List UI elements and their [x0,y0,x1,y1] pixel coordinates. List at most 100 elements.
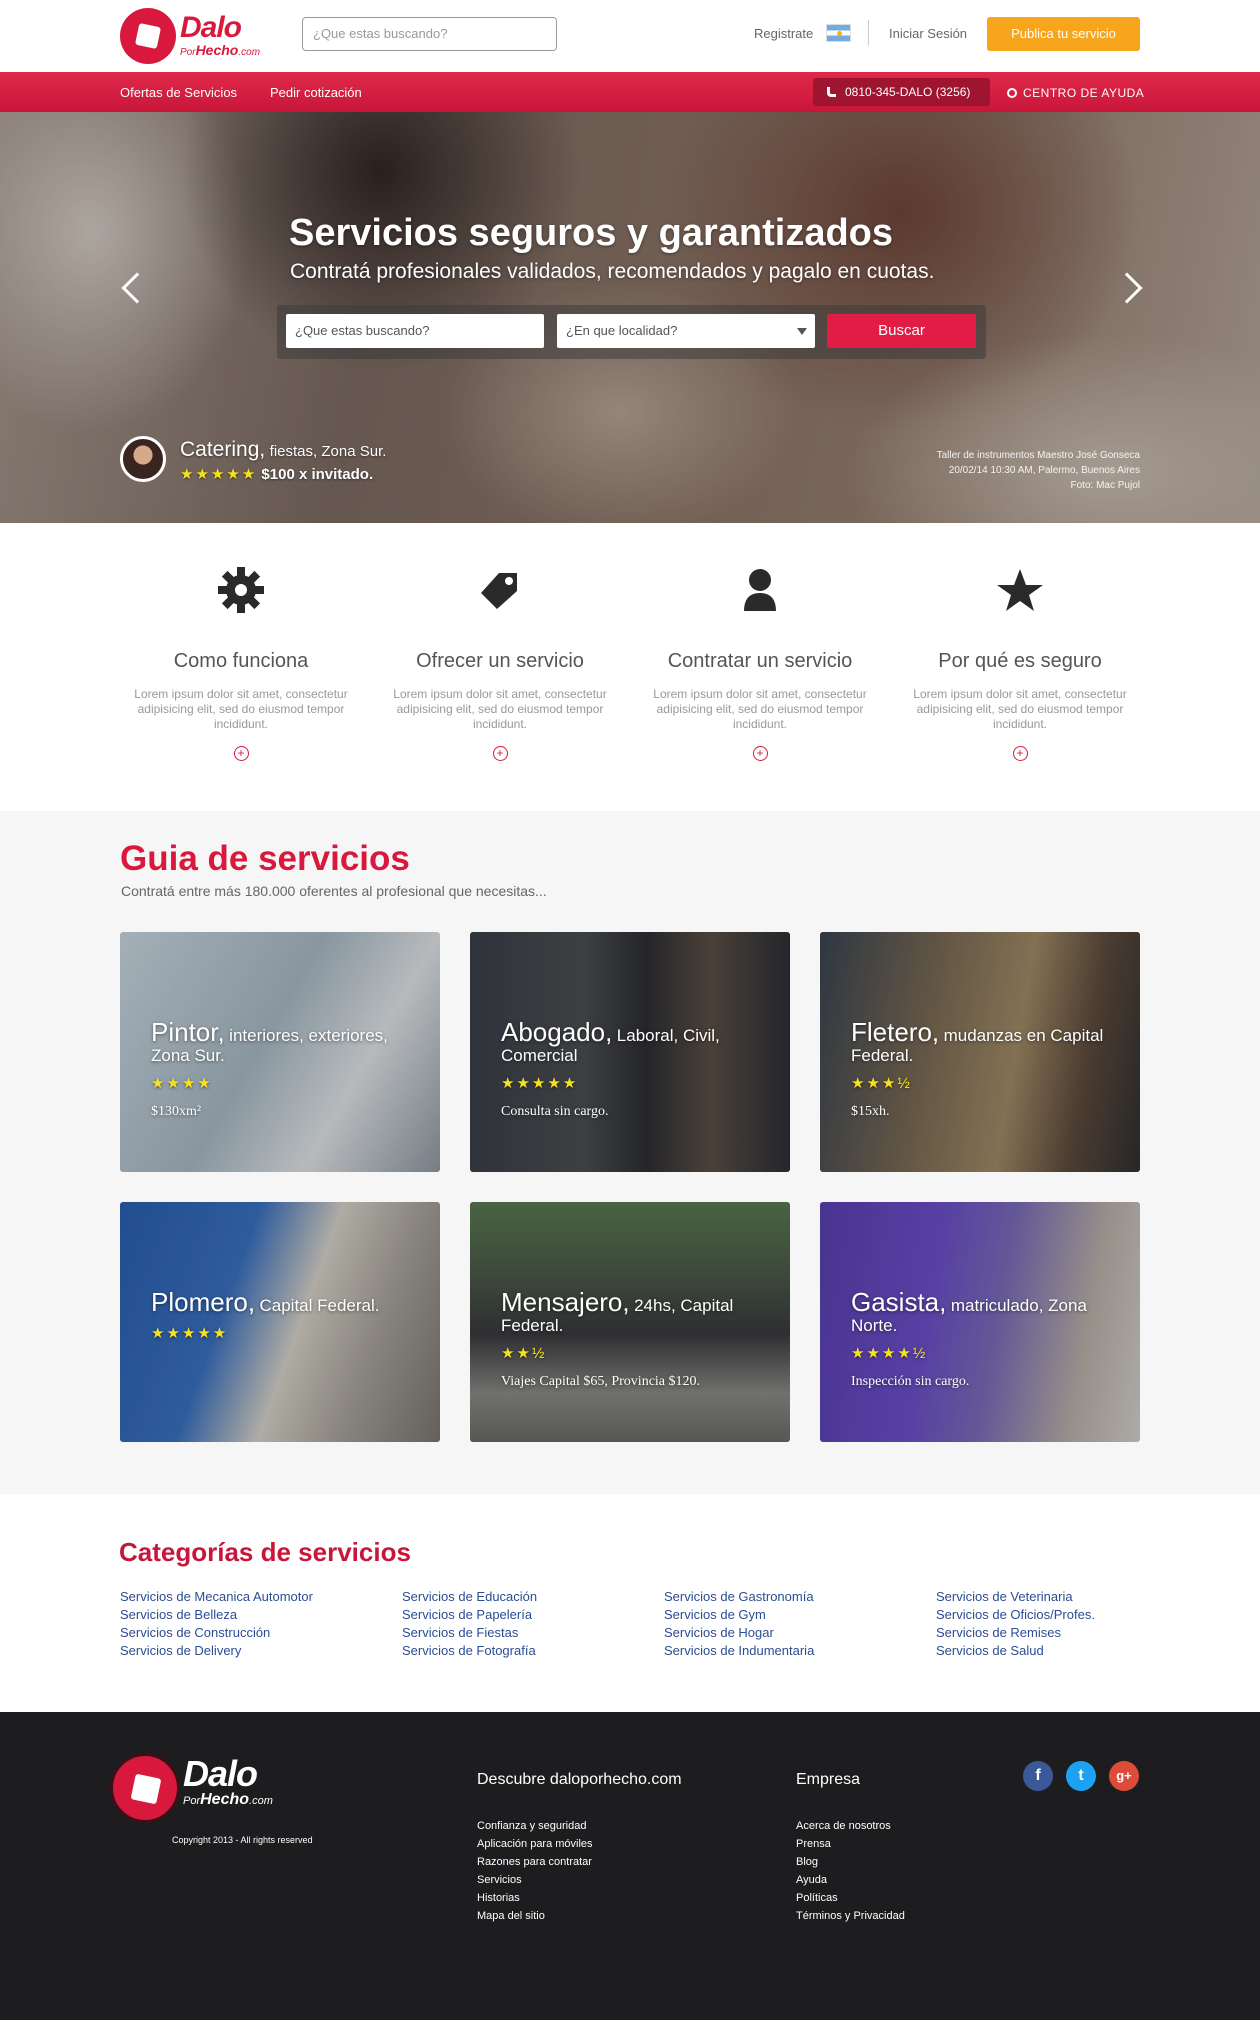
nav-ofertas-link[interactable]: Ofertas de Servicios [120,85,237,100]
card-price: Consulta sin cargo. [501,1104,609,1119]
hero-banner: Servicios seguros y garantizados Contrat… [0,112,1260,523]
publish-service-button[interactable]: Publica tu servicio [987,17,1140,51]
logo-text-por: Por [180,47,196,58]
categories-column: Servicios de Gastronomía Servicios de Gy… [664,1588,814,1660]
category-link[interactable]: Servicios de Educación [402,1588,537,1606]
category-link[interactable]: Servicios de Belleza [120,1606,313,1624]
card-price: $130xm² [151,1104,202,1119]
card-price: Viajes Capital $65, Provincia $120. [501,1374,701,1389]
hero-title: Servicios seguros y garantizados [289,212,894,254]
footer-link[interactable]: Prensa [796,1835,905,1853]
service-card-pintor[interactable]: Pintor, interiores, exteriores, Zona Sur… [120,932,440,1172]
logo-text-com: .com [238,47,261,58]
plus-circle-icon[interactable]: + [233,746,249,761]
tag-icon [390,560,610,620]
photo-credit-line: Taller de instrumentos Maestro José Gons… [936,450,1140,461]
logo-text-hecho: Hecho [195,42,239,58]
category-link[interactable]: Servicios de Construcción [120,1624,313,1642]
category-link[interactable]: Servicios de Indumentaria [664,1642,814,1660]
card-title: Mensajero, [501,1287,630,1317]
feature-como-funciona: Como funciona Lorem ipsum dolor sit amet… [131,560,351,761]
footer-link[interactable]: Políticas [796,1889,905,1907]
card-text: Pintor, interiores, exteriores, Zona Sur… [151,1017,421,1120]
nav-cotizacion-link[interactable]: Pedir cotización [270,85,362,100]
hero-caption-category: Catering, [180,438,266,461]
footer-link[interactable]: Historias [477,1889,593,1907]
person-icon [650,560,870,620]
footer-logo-wordmark[interactable]: Dalo PorHecho.com [183,1756,273,1808]
hero-caption-price: $100 x invitado. [261,466,374,483]
footer-links: Confianza y seguridad Aplicación para mó… [477,1817,593,1925]
category-link[interactable]: Servicios de Remises [936,1624,1095,1642]
card-text: Mensajero, 24hs, Capital Federal. ★★½ Vi… [501,1287,771,1390]
plus-circle-icon[interactable]: + [1012,746,1028,761]
help-center-link[interactable]: CENTRO DE AYUDA [1007,86,1144,100]
service-card-fletero[interactable]: Fletero, mudanzas en Capital Federal. ★★… [820,932,1140,1172]
card-title: Gasista, [851,1287,947,1317]
rating-stars-icon: ★★★★½ [851,1345,928,1362]
footer-logo-mark-icon[interactable] [110,1753,180,1823]
location-select[interactable]: ¿En que localidad? [557,314,815,348]
category-link[interactable]: Servicios de Papelería [402,1606,537,1624]
category-link[interactable]: Servicios de Hogar [664,1624,814,1642]
card-title: Abogado, [501,1017,613,1047]
plus-circle-icon[interactable]: + [492,746,508,761]
category-link[interactable]: Servicios de Veterinaria [936,1588,1095,1606]
service-card-abogado[interactable]: Abogado, Laboral, Civil, Comercial ★★★★★… [470,932,790,1172]
category-link[interactable]: Servicios de Delivery [120,1642,313,1660]
footer-link[interactable]: Confianza y seguridad [477,1817,593,1835]
footer-col-title: Empresa [796,1771,861,1788]
categories-column: Servicios de Veterinaria Servicios de Of… [936,1588,1095,1660]
footer-link[interactable]: Mapa del sitio [477,1907,593,1925]
footer-link[interactable]: Razones para contratar [477,1853,593,1871]
service-card-mensajero[interactable]: Mensajero, 24hs, Capital Federal. ★★½ Vi… [470,1202,790,1442]
photo-credit: Taller de instrumentos Maestro José Gons… [937,448,1140,493]
hero-search-input[interactable]: ¿Que estas buscando? [286,314,544,348]
plus-circle-icon[interactable]: + [752,746,768,761]
login-link[interactable]: Iniciar Sesión [889,26,967,41]
register-link[interactable]: Registrate [754,26,813,41]
category-link[interactable]: Servicios de Gym [664,1606,814,1624]
logo-wordmark: Dalo PorHecho.com [180,13,260,59]
provider-avatar[interactable] [120,436,166,482]
twitter-icon[interactable]: t [1066,1761,1096,1791]
card-text: Fletero, mudanzas en Capital Federal. ★★… [851,1017,1121,1120]
categories-column: Servicios de Educación Servicios de Pape… [402,1588,537,1660]
hero-caption[interactable]: Catering, fiestas, Zona Sur. ★★★★★ $100 … [180,438,386,483]
phone-badge[interactable]: 0810-345-DALO (3256) [813,78,990,106]
category-link[interactable]: Servicios de Gastronomía [664,1588,814,1606]
google-plus-icon[interactable]: g+ [1109,1761,1139,1791]
category-link[interactable]: Servicios de Mecanica Automotor [120,1588,313,1606]
logo[interactable]: Dalo PorHecho.com [120,8,260,64]
card-title: Pintor, [151,1017,225,1047]
hero-subtitle: Contratá profesionales validados, recome… [290,260,935,283]
footer-link[interactable]: Aplicación para móviles [477,1835,593,1853]
category-link[interactable]: Servicios de Fiestas [402,1624,537,1642]
service-card-gasista[interactable]: Gasista, matriculado, Zona Norte. ★★★★½ … [820,1202,1140,1442]
feature-description: Lorem ipsum dolor sit amet, consectetur … [134,687,348,731]
feature-title: Ofrecer un servicio [416,650,584,672]
footer-logo-text-por: Por [183,1795,201,1807]
category-link[interactable]: Servicios de Fotografía [402,1642,537,1660]
search-button[interactable]: Buscar [827,314,976,348]
service-guide-section: Guia de servicios Contratá entre más 180… [0,811,1260,1494]
footer: Dalo PorHecho.com Copyright 2013 - All r… [0,1712,1260,2020]
footer-link[interactable]: Blog [796,1853,905,1871]
category-link[interactable]: Servicios de Salud [936,1642,1095,1660]
service-card-plomero[interactable]: Plomero, Capital Federal. ★★★★★ [120,1202,440,1442]
header-search-input[interactable]: ¿Que estas buscando? [302,17,557,51]
facebook-icon[interactable]: f [1023,1761,1053,1791]
rating-stars-icon: ★★½ [501,1345,547,1362]
rating-stars-icon: ★★★½ [851,1075,912,1092]
footer-link[interactable]: Términos y Privacidad [796,1907,905,1925]
category-link[interactable]: Servicios de Oficios/Profes. [936,1606,1095,1624]
star-icon [910,560,1130,620]
card-text: Gasista, matriculado, Zona Norte. ★★★★½ … [851,1287,1121,1390]
footer-link[interactable]: Acerca de nosotros [796,1817,905,1835]
footer-link[interactable]: Ayuda [796,1871,905,1889]
argentina-flag-icon[interactable] [826,24,851,42]
feature-title: Como funciona [173,650,309,672]
photo-credit-line: 20/02/14 10:30 AM, Palermo, Buenos Aires [948,465,1140,476]
footer-link[interactable]: Servicios [477,1871,593,1889]
card-title: Fletero, [851,1017,940,1047]
